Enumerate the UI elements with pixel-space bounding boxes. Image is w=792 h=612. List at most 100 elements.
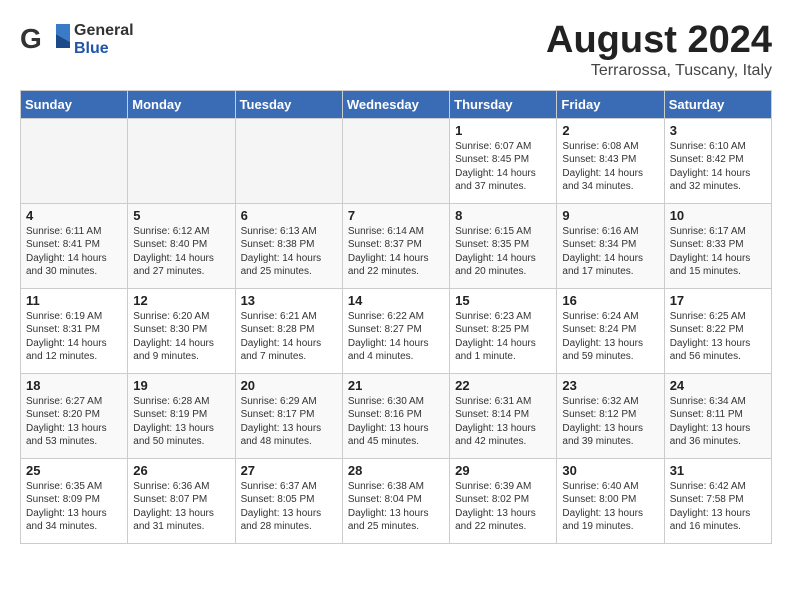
weekday-header-tuesday: Tuesday: [235, 90, 342, 118]
day-number: 26: [133, 463, 229, 478]
svg-text:G: G: [20, 23, 42, 54]
day-info: Sunrise: 6:07 AM Sunset: 8:45 PM Dayligh…: [455, 140, 551, 194]
day-cell: 6 Sunrise: 6:13 AM Sunset: 8:38 PM Dayli…: [235, 203, 342, 288]
day-cell: 29 Sunrise: 6:39 AM Sunset: 8:02 PM Dayl…: [450, 458, 557, 543]
day-cell: 13 Sunrise: 6:21 AM Sunset: 8:28 PM Dayl…: [235, 288, 342, 373]
day-number: 18: [26, 378, 122, 393]
day-number: 17: [670, 293, 766, 308]
day-number: 11: [26, 293, 122, 308]
day-number: 7: [348, 208, 444, 223]
day-cell: 31 Sunrise: 6:42 AM Sunset: 7:58 PM Dayl…: [664, 458, 771, 543]
logo-blue-text: Blue: [74, 40, 134, 58]
day-cell: 12 Sunrise: 6:20 AM Sunset: 8:30 PM Dayl…: [128, 288, 235, 373]
day-info: Sunrise: 6:13 AM Sunset: 8:38 PM Dayligh…: [241, 225, 337, 279]
day-cell: 9 Sunrise: 6:16 AM Sunset: 8:34 PM Dayli…: [557, 203, 664, 288]
day-number: 20: [241, 378, 337, 393]
day-info: Sunrise: 6:35 AM Sunset: 8:09 PM Dayligh…: [26, 480, 122, 534]
day-number: 14: [348, 293, 444, 308]
day-cell: 27 Sunrise: 6:37 AM Sunset: 8:05 PM Dayl…: [235, 458, 342, 543]
day-cell: 28 Sunrise: 6:38 AM Sunset: 8:04 PM Dayl…: [342, 458, 449, 543]
week-row-1: 1 Sunrise: 6:07 AM Sunset: 8:45 PM Dayli…: [21, 118, 772, 203]
day-info: Sunrise: 6:27 AM Sunset: 8:20 PM Dayligh…: [26, 395, 122, 449]
day-info: Sunrise: 6:32 AM Sunset: 8:12 PM Dayligh…: [562, 395, 658, 449]
day-info: Sunrise: 6:14 AM Sunset: 8:37 PM Dayligh…: [348, 225, 444, 279]
day-number: 22: [455, 378, 551, 393]
day-number: 12: [133, 293, 229, 308]
day-cell: 4 Sunrise: 6:11 AM Sunset: 8:41 PM Dayli…: [21, 203, 128, 288]
day-info: Sunrise: 6:15 AM Sunset: 8:35 PM Dayligh…: [455, 225, 551, 279]
day-info: Sunrise: 6:29 AM Sunset: 8:17 PM Dayligh…: [241, 395, 337, 449]
logo-icon: G: [20, 20, 72, 60]
week-row-3: 11 Sunrise: 6:19 AM Sunset: 8:31 PM Dayl…: [21, 288, 772, 373]
day-number: 4: [26, 208, 122, 223]
day-number: 2: [562, 123, 658, 138]
day-cell: [235, 118, 342, 203]
week-row-2: 4 Sunrise: 6:11 AM Sunset: 8:41 PM Dayli…: [21, 203, 772, 288]
day-number: 31: [670, 463, 766, 478]
calendar: SundayMondayTuesdayWednesdayThursdayFrid…: [20, 90, 772, 544]
day-info: Sunrise: 6:11 AM Sunset: 8:41 PM Dayligh…: [26, 225, 122, 279]
day-cell: 18 Sunrise: 6:27 AM Sunset: 8:20 PM Dayl…: [21, 373, 128, 458]
day-number: 29: [455, 463, 551, 478]
weekday-header-friday: Friday: [557, 90, 664, 118]
month-title: August 2024: [546, 20, 772, 62]
day-cell: 11 Sunrise: 6:19 AM Sunset: 8:31 PM Dayl…: [21, 288, 128, 373]
day-info: Sunrise: 6:19 AM Sunset: 8:31 PM Dayligh…: [26, 310, 122, 364]
day-number: 21: [348, 378, 444, 393]
day-info: Sunrise: 6:34 AM Sunset: 8:11 PM Dayligh…: [670, 395, 766, 449]
day-info: Sunrise: 6:23 AM Sunset: 8:25 PM Dayligh…: [455, 310, 551, 364]
day-cell: 25 Sunrise: 6:35 AM Sunset: 8:09 PM Dayl…: [21, 458, 128, 543]
day-cell: 20 Sunrise: 6:29 AM Sunset: 8:17 PM Dayl…: [235, 373, 342, 458]
day-number: 5: [133, 208, 229, 223]
weekday-header-saturday: Saturday: [664, 90, 771, 118]
day-number: 30: [562, 463, 658, 478]
day-cell: 1 Sunrise: 6:07 AM Sunset: 8:45 PM Dayli…: [450, 118, 557, 203]
weekday-header-wednesday: Wednesday: [342, 90, 449, 118]
day-number: 27: [241, 463, 337, 478]
day-cell: 30 Sunrise: 6:40 AM Sunset: 8:00 PM Dayl…: [557, 458, 664, 543]
day-cell: 19 Sunrise: 6:28 AM Sunset: 8:19 PM Dayl…: [128, 373, 235, 458]
day-info: Sunrise: 6:22 AM Sunset: 8:27 PM Dayligh…: [348, 310, 444, 364]
weekday-header-monday: Monday: [128, 90, 235, 118]
day-cell: 10 Sunrise: 6:17 AM Sunset: 8:33 PM Dayl…: [664, 203, 771, 288]
day-cell: 7 Sunrise: 6:14 AM Sunset: 8:37 PM Dayli…: [342, 203, 449, 288]
day-info: Sunrise: 6:08 AM Sunset: 8:43 PM Dayligh…: [562, 140, 658, 194]
day-cell: 5 Sunrise: 6:12 AM Sunset: 8:40 PM Dayli…: [128, 203, 235, 288]
day-cell: 3 Sunrise: 6:10 AM Sunset: 8:42 PM Dayli…: [664, 118, 771, 203]
day-number: 8: [455, 208, 551, 223]
day-cell: [21, 118, 128, 203]
day-number: 13: [241, 293, 337, 308]
day-info: Sunrise: 6:25 AM Sunset: 8:22 PM Dayligh…: [670, 310, 766, 364]
weekday-header-thursday: Thursday: [450, 90, 557, 118]
header: G General Blue August 2024 Terrarossa, T…: [20, 20, 772, 80]
day-number: 15: [455, 293, 551, 308]
day-number: 24: [670, 378, 766, 393]
day-info: Sunrise: 6:12 AM Sunset: 8:40 PM Dayligh…: [133, 225, 229, 279]
day-number: 23: [562, 378, 658, 393]
day-cell: 17 Sunrise: 6:25 AM Sunset: 8:22 PM Dayl…: [664, 288, 771, 373]
day-cell: [342, 118, 449, 203]
day-info: Sunrise: 6:42 AM Sunset: 7:58 PM Dayligh…: [670, 480, 766, 534]
day-cell: [128, 118, 235, 203]
day-cell: 26 Sunrise: 6:36 AM Sunset: 8:07 PM Dayl…: [128, 458, 235, 543]
day-info: Sunrise: 6:30 AM Sunset: 8:16 PM Dayligh…: [348, 395, 444, 449]
day-cell: 23 Sunrise: 6:32 AM Sunset: 8:12 PM Dayl…: [557, 373, 664, 458]
day-cell: 24 Sunrise: 6:34 AM Sunset: 8:11 PM Dayl…: [664, 373, 771, 458]
logo: G General Blue: [20, 20, 134, 60]
week-row-5: 25 Sunrise: 6:35 AM Sunset: 8:09 PM Dayl…: [21, 458, 772, 543]
day-info: Sunrise: 6:17 AM Sunset: 8:33 PM Dayligh…: [670, 225, 766, 279]
day-info: Sunrise: 6:38 AM Sunset: 8:04 PM Dayligh…: [348, 480, 444, 534]
day-info: Sunrise: 6:28 AM Sunset: 8:19 PM Dayligh…: [133, 395, 229, 449]
weekday-header-row: SundayMondayTuesdayWednesdayThursdayFrid…: [21, 90, 772, 118]
day-info: Sunrise: 6:24 AM Sunset: 8:24 PM Dayligh…: [562, 310, 658, 364]
day-number: 9: [562, 208, 658, 223]
day-info: Sunrise: 6:10 AM Sunset: 8:42 PM Dayligh…: [670, 140, 766, 194]
day-number: 1: [455, 123, 551, 138]
weekday-header-sunday: Sunday: [21, 90, 128, 118]
day-info: Sunrise: 6:36 AM Sunset: 8:07 PM Dayligh…: [133, 480, 229, 534]
week-row-4: 18 Sunrise: 6:27 AM Sunset: 8:20 PM Dayl…: [21, 373, 772, 458]
day-number: 3: [670, 123, 766, 138]
day-info: Sunrise: 6:21 AM Sunset: 8:28 PM Dayligh…: [241, 310, 337, 364]
title-area: August 2024 Terrarossa, Tuscany, Italy: [546, 20, 772, 80]
subtitle: Terrarossa, Tuscany, Italy: [546, 62, 772, 80]
